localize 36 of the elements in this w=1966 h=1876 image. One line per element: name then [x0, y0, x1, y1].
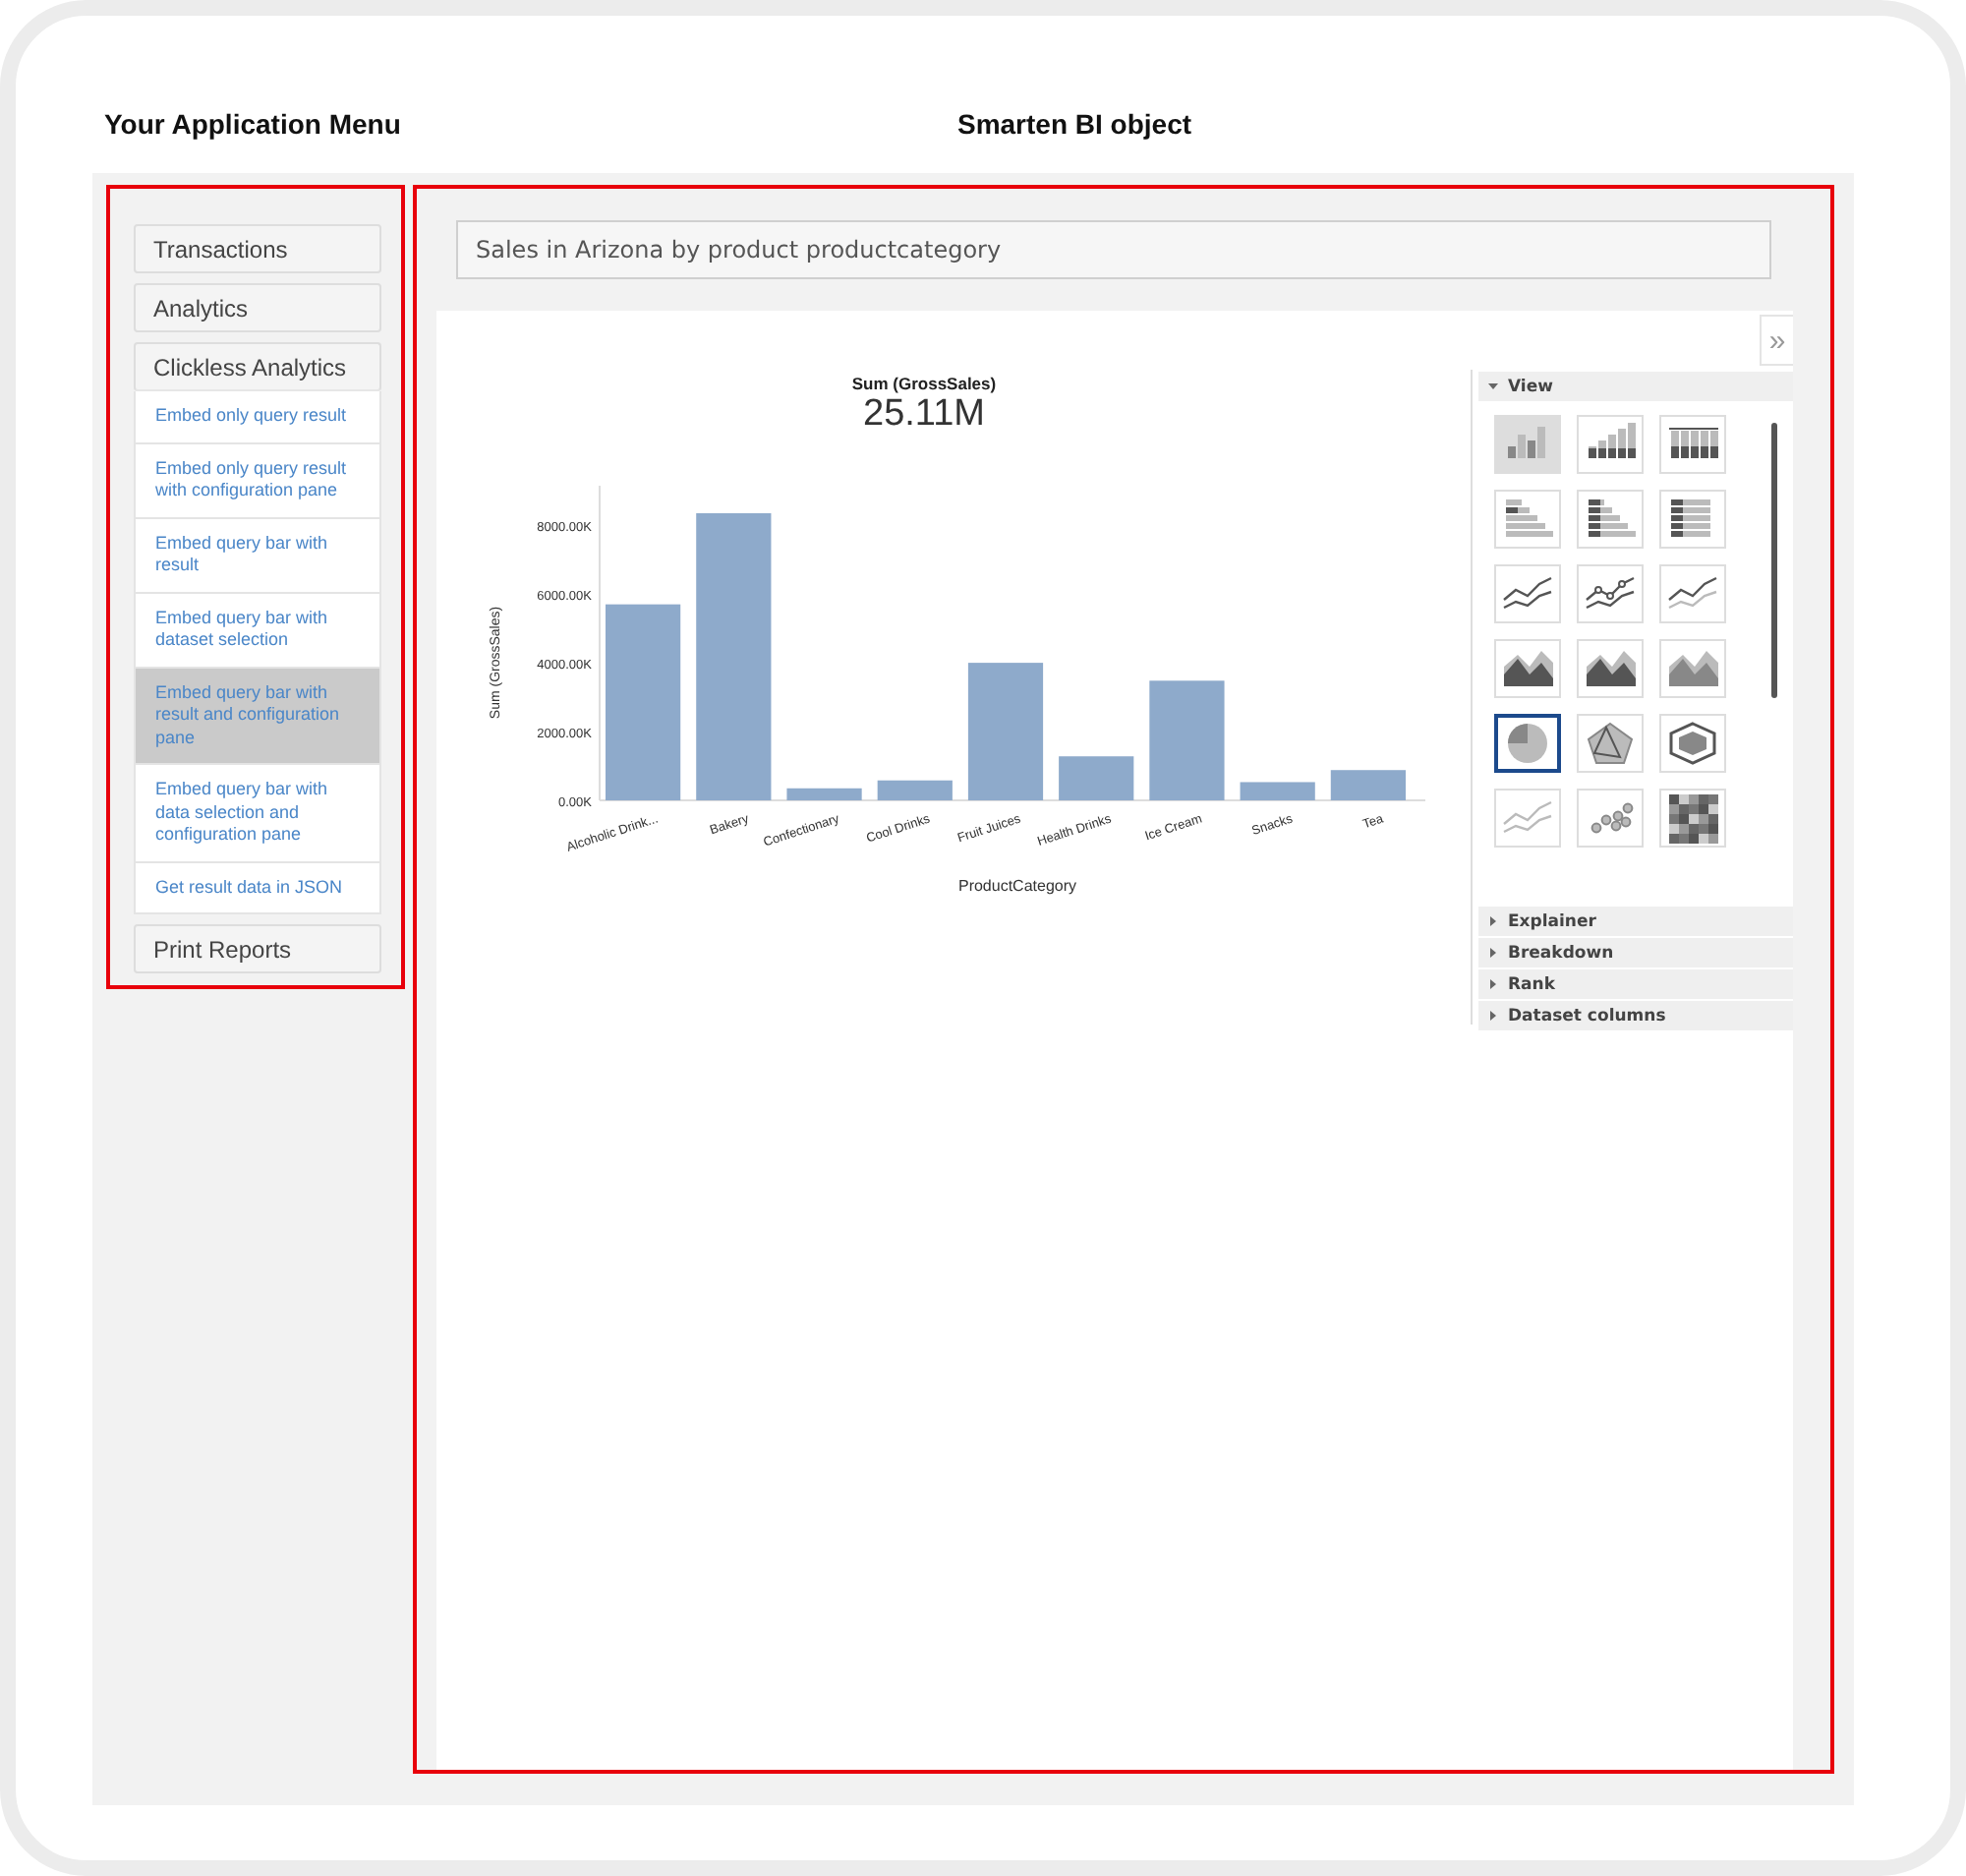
bar: [1330, 770, 1406, 800]
menu-link[interactable]: Embed query bar with result: [134, 518, 381, 593]
section-header[interactable]: Breakdown: [1478, 938, 1793, 967]
menu-group-button[interactable]: Print Reports: [134, 924, 381, 973]
menu-group-button[interactable]: Analytics: [134, 283, 381, 332]
menu-link[interactable]: Embed only query result with configuration pane: [134, 443, 381, 518]
object-heading: Smarten BI object: [954, 108, 1194, 140]
bar: [786, 788, 862, 800]
caret-right-icon: [1488, 916, 1498, 926]
section-header[interactable]: Explainer: [1478, 907, 1793, 936]
bar: [967, 663, 1044, 800]
bar: [877, 780, 953, 800]
menu-heading: Your Application Menu: [102, 108, 403, 140]
heatmap-chart-icon: [1663, 792, 1722, 844]
caret-right-icon: [1488, 948, 1498, 958]
menu-link[interactable]: Embed query bar with dataset selection: [134, 593, 381, 668]
bar: [1240, 782, 1315, 800]
caret-right-icon: [1488, 1011, 1498, 1021]
menu-link[interactable]: Embed only query result: [134, 391, 381, 443]
caret-down-icon: [1488, 381, 1498, 391]
menu-link[interactable]: Embed query bar with data selection and configuration pane: [134, 765, 381, 862]
section-header[interactable]: Dataset columns: [1478, 1001, 1793, 1030]
menu-link[interactable]: Get result data in JSON: [134, 862, 381, 914]
menu-group-button[interactable]: Transactions: [134, 224, 381, 273]
bar: [1149, 680, 1225, 800]
bar: [1059, 756, 1134, 800]
kpi-label: Sum (GrossSales): [851, 374, 999, 393]
kpi-value: 25.11M: [863, 393, 987, 437]
x-axis-title: ProductCategory: [957, 877, 1077, 895]
scrollbar-thumb[interactable]: [1771, 423, 1777, 698]
section-header[interactable]: View: [1478, 372, 1793, 401]
chart-type-button[interactable]: [1494, 714, 1561, 773]
menu-group-button[interactable]: Clickless Analytics: [134, 342, 381, 391]
query-field[interactable]: Sales in Arizona by product productcategory: [456, 220, 1771, 279]
caret-right-icon: [1488, 979, 1498, 989]
section-header[interactable]: Rank: [1478, 969, 1793, 999]
